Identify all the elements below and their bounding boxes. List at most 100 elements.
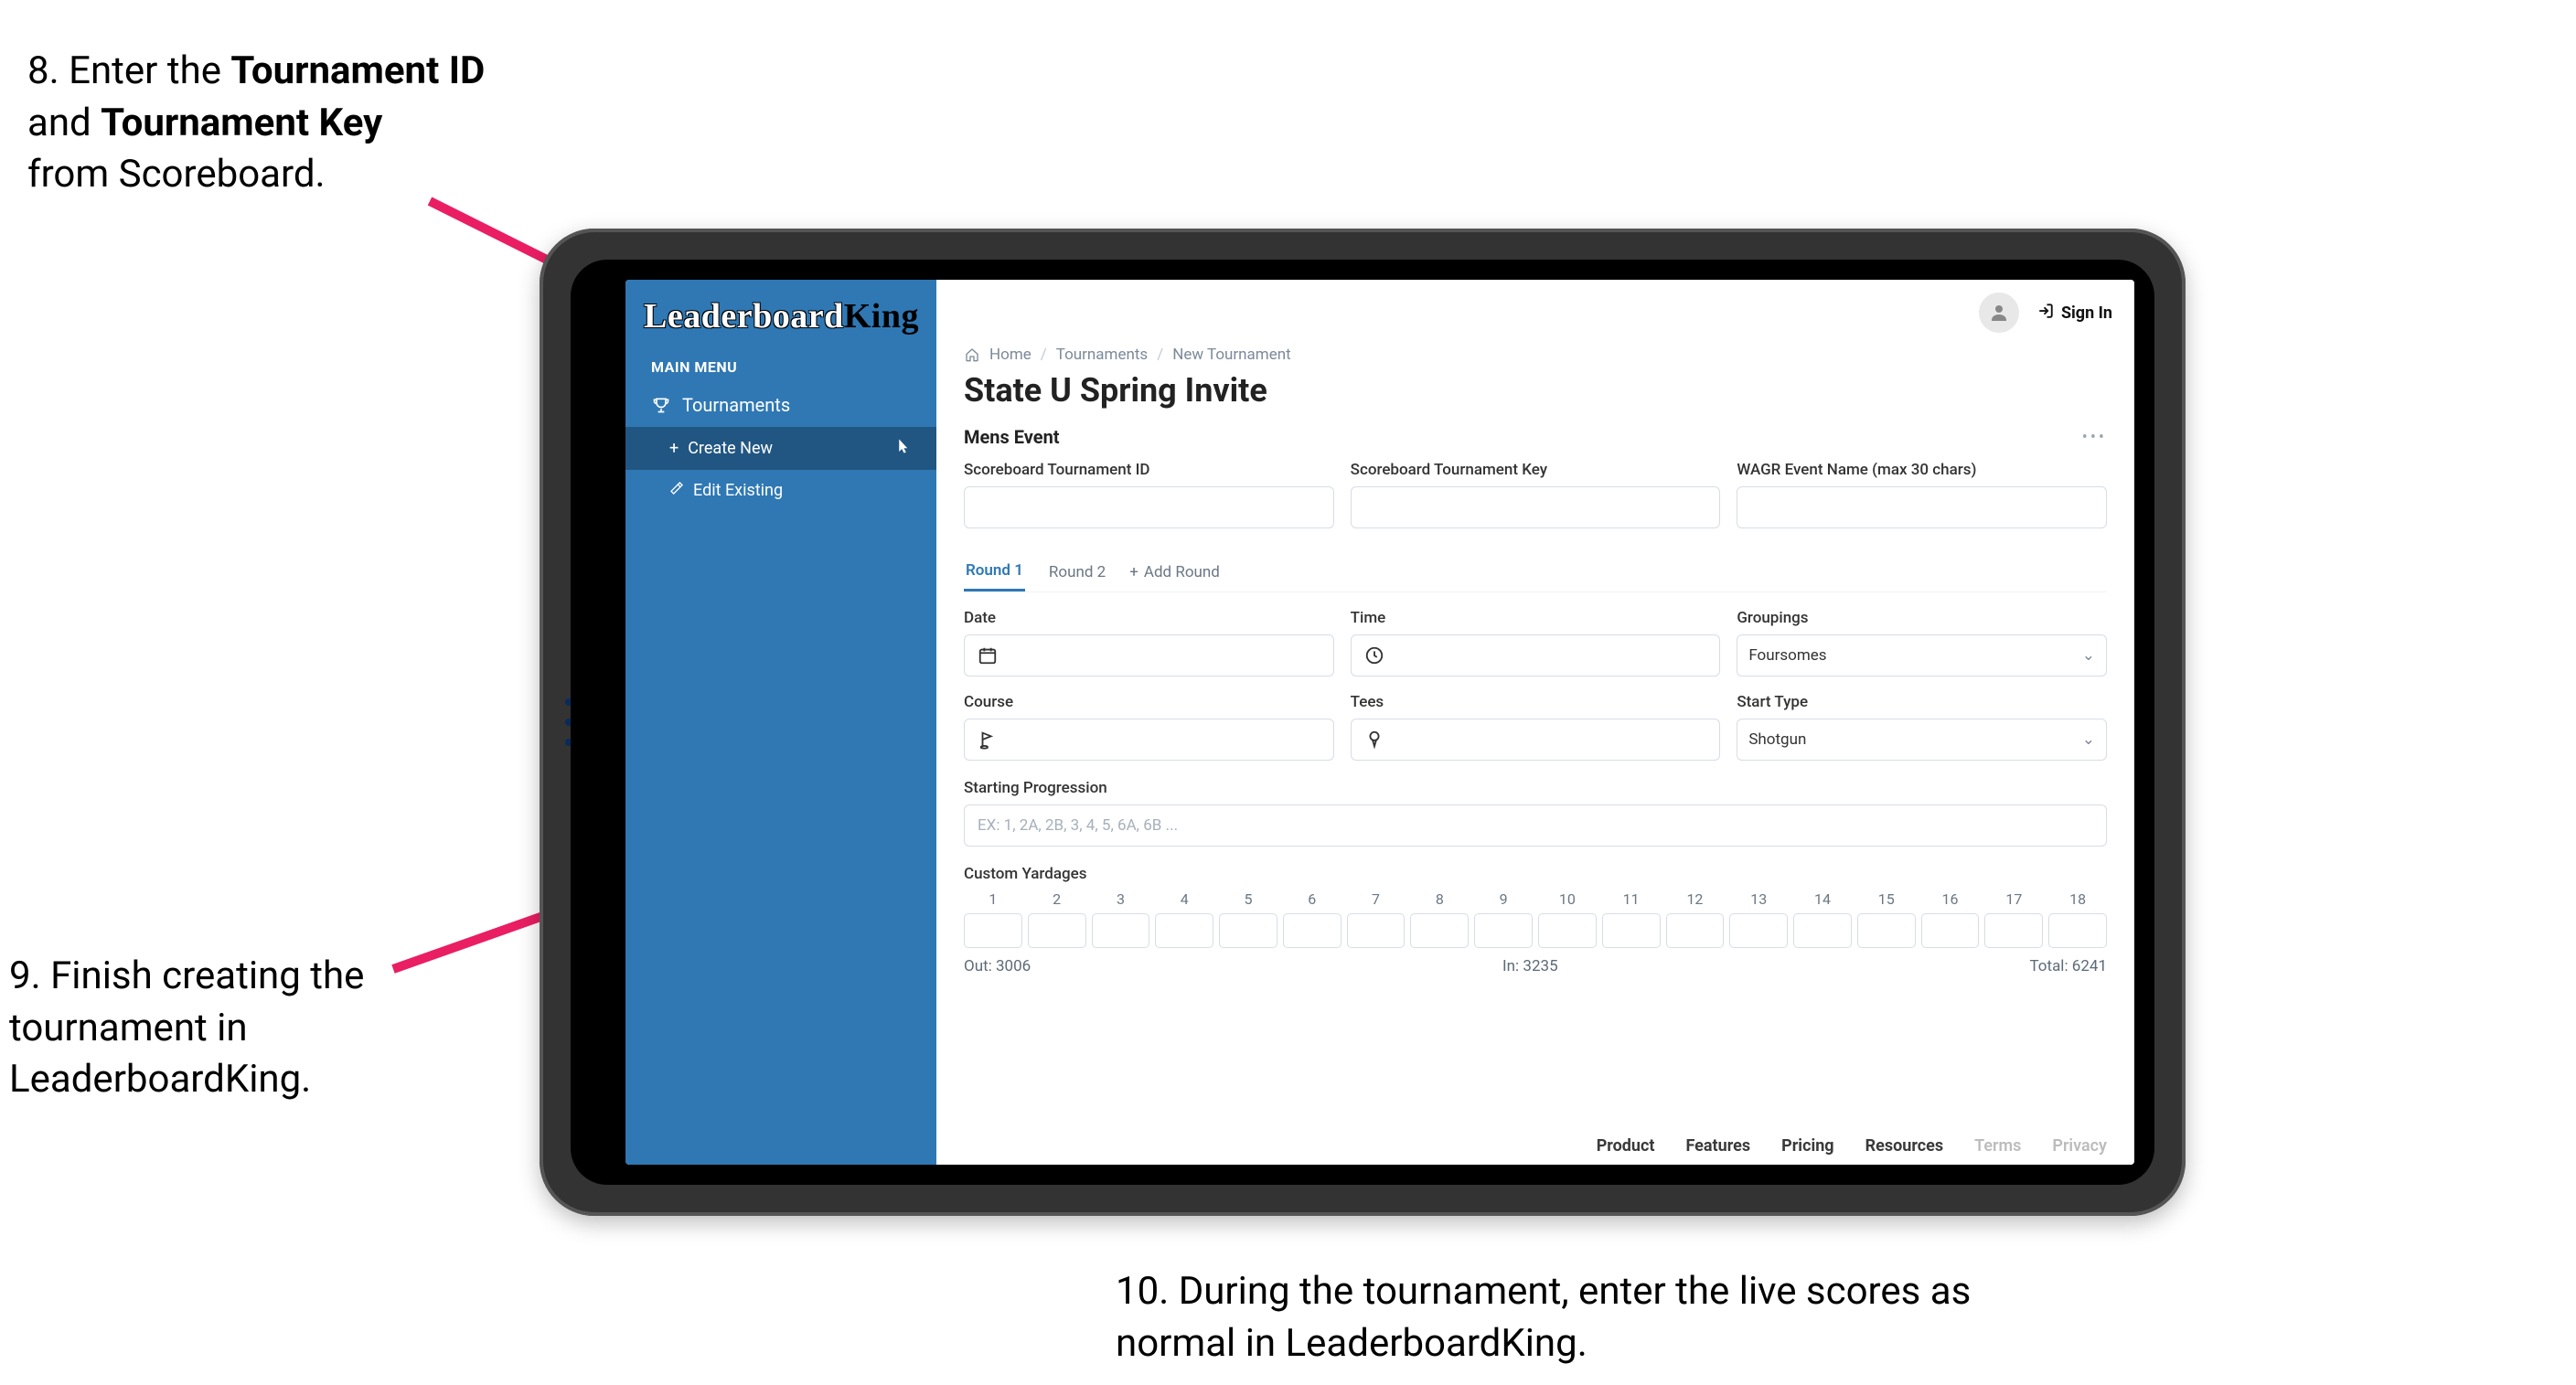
calendar-icon bbox=[976, 644, 999, 667]
sign-in-label: Sign In bbox=[2061, 304, 2112, 323]
hole-yardage-input[interactable] bbox=[1410, 913, 1469, 948]
hole-yardage-input[interactable] bbox=[1092, 913, 1150, 948]
hole-yardage-input[interactable] bbox=[964, 913, 1022, 948]
sidebar-item-label: Tournaments bbox=[682, 394, 790, 416]
label-custom-yardages: Custom Yardages bbox=[964, 865, 2107, 883]
topbar: Sign In bbox=[936, 280, 2134, 346]
plus-icon: + bbox=[669, 439, 679, 458]
chevron-down-icon: ⌄ bbox=[2082, 646, 2095, 665]
footer-pricing[interactable]: Pricing bbox=[1781, 1136, 1833, 1156]
hole-yardage-input[interactable] bbox=[1028, 913, 1086, 948]
hole-yardage-input[interactable] bbox=[1666, 913, 1725, 948]
plus-icon: + bbox=[1129, 563, 1138, 581]
tee-icon bbox=[1363, 728, 1386, 751]
hole-number: 6 bbox=[1283, 890, 1341, 908]
hole-yardage-input[interactable] bbox=[1538, 913, 1597, 948]
main-panel: Sign In Home / Tournaments / New T bbox=[936, 280, 2134, 1165]
page-title: State U Spring Invite bbox=[964, 371, 2107, 410]
login-icon bbox=[2037, 303, 2054, 324]
hole-yardage-input[interactable] bbox=[1602, 913, 1661, 948]
footer-resources[interactable]: Resources bbox=[1865, 1136, 1944, 1156]
hole-number: 1 bbox=[964, 890, 1022, 908]
hole-number: 12 bbox=[1666, 890, 1725, 908]
chevron-down-icon: ⌄ bbox=[2082, 730, 2095, 749]
breadcrumb-home[interactable]: Home bbox=[989, 346, 1031, 364]
sidebar-sub-label: Create New bbox=[688, 439, 773, 458]
in-total: In: 3235 bbox=[1502, 957, 1558, 975]
sidebar-sub-label: Edit Existing bbox=[693, 481, 783, 500]
label-scoreboard-key: Scoreboard Tournament Key bbox=[1351, 461, 1721, 479]
breadcrumb: Home / Tournaments / New Tournament bbox=[964, 346, 2107, 364]
input-wagr[interactable] bbox=[1737, 486, 2107, 528]
hole-yardage-input[interactable] bbox=[1921, 913, 1980, 948]
sidebar-menu-label: MAIN MENU bbox=[625, 346, 936, 383]
instruction-step-8: 8. Enter the Tournament ID and Tournamen… bbox=[27, 46, 540, 201]
trophy-icon bbox=[651, 395, 671, 415]
hole-yardage-input[interactable] bbox=[1474, 913, 1533, 948]
hole-yardage-input[interactable] bbox=[1729, 913, 1788, 948]
footer-features[interactable]: Features bbox=[1685, 1136, 1750, 1156]
tab-round-2[interactable]: Round 2 bbox=[1047, 554, 1107, 591]
sign-in-button[interactable]: Sign In bbox=[2037, 303, 2112, 324]
input-date[interactable] bbox=[964, 634, 1334, 677]
hole-yardage-input[interactable] bbox=[1219, 913, 1277, 948]
label-groupings: Groupings bbox=[1737, 609, 2107, 627]
label-tees: Tees bbox=[1351, 693, 1721, 711]
footer-privacy[interactable]: Privacy bbox=[2052, 1136, 2107, 1156]
input-tees[interactable] bbox=[1351, 719, 1721, 761]
breadcrumb-new-tournament[interactable]: New Tournament bbox=[1172, 346, 1290, 364]
input-time[interactable] bbox=[1351, 634, 1721, 677]
hole-yardage-input[interactable] bbox=[1793, 913, 1852, 948]
footer-terms[interactable]: Terms bbox=[1974, 1136, 2021, 1156]
avatar[interactable] bbox=[1979, 293, 2019, 333]
home-icon[interactable] bbox=[964, 346, 980, 363]
tablet-side-buttons bbox=[540, 698, 572, 746]
out-total: Out: 3006 bbox=[964, 957, 1031, 975]
logo: LeaderboardKing bbox=[625, 280, 936, 346]
label-wagr: WAGR Event Name (max 30 chars) bbox=[1737, 461, 2107, 479]
label-course: Course bbox=[964, 693, 1334, 711]
footer-links: Product Features Pricing Resources Terms… bbox=[1597, 1136, 2107, 1156]
hole-yardage-input[interactable] bbox=[1857, 913, 1916, 948]
breadcrumb-tournaments[interactable]: Tournaments bbox=[1056, 346, 1148, 364]
hole-yardage-input[interactable] bbox=[1155, 913, 1213, 948]
select-groupings[interactable]: Foursomes ⌄ bbox=[1737, 634, 2107, 677]
input-course[interactable] bbox=[964, 719, 1334, 761]
sidebar-sub-create-new[interactable]: + Create New bbox=[625, 427, 936, 470]
sidebar: LeaderboardKing MAIN MENU Tournaments + … bbox=[625, 280, 936, 1165]
hole-yardage-input[interactable] bbox=[1283, 913, 1341, 948]
select-start-type[interactable]: Shotgun ⌄ bbox=[1737, 719, 2107, 761]
section-menu-icon[interactable]: ••• bbox=[2082, 428, 2107, 447]
label-time: Time bbox=[1351, 609, 1721, 627]
hole-number: 9 bbox=[1474, 890, 1533, 908]
tablet-frame: LeaderboardKing MAIN MENU Tournaments + … bbox=[540, 229, 2186, 1216]
hole-number: 13 bbox=[1729, 890, 1788, 908]
sidebar-sub-edit-existing[interactable]: Edit Existing bbox=[625, 470, 936, 511]
hole-number: 8 bbox=[1410, 890, 1469, 908]
instruction-step-10: 10. During the tournament, enter the liv… bbox=[1116, 1266, 2076, 1369]
footer-product[interactable]: Product bbox=[1597, 1136, 1655, 1156]
tab-round-1[interactable]: Round 1 bbox=[964, 552, 1025, 591]
input-scoreboard-id[interactable] bbox=[964, 486, 1334, 528]
hole-yardage-input[interactable] bbox=[2048, 913, 2107, 948]
grand-total: Total: 6241 bbox=[2029, 957, 2107, 975]
flag-icon bbox=[976, 728, 999, 751]
sidebar-item-tournaments[interactable]: Tournaments bbox=[625, 383, 936, 427]
hole-yardage-input[interactable] bbox=[1347, 913, 1406, 948]
hole-number: 5 bbox=[1219, 890, 1277, 908]
clock-icon bbox=[1363, 644, 1386, 667]
label-scoreboard-id: Scoreboard Tournament ID bbox=[964, 461, 1334, 479]
hole-number: 11 bbox=[1602, 890, 1661, 908]
hole-number: 14 bbox=[1793, 890, 1852, 908]
add-round-button[interactable]: + Add Round bbox=[1129, 563, 1220, 581]
input-starting-progression[interactable]: EX: 1, 2A, 2B, 3, 4, 5, 6A, 6B ... bbox=[964, 804, 2107, 847]
hole-yardage-input[interactable] bbox=[1984, 913, 2043, 948]
hole-number: 16 bbox=[1921, 890, 1980, 908]
hole-number: 15 bbox=[1857, 890, 1916, 908]
edit-icon bbox=[669, 481, 684, 500]
hole-number: 2 bbox=[1028, 890, 1086, 908]
app-screen: LeaderboardKing MAIN MENU Tournaments + … bbox=[625, 280, 2134, 1165]
instruction-step-9: 9. Finish creating the tournament in Lea… bbox=[9, 951, 402, 1106]
hole-number: 4 bbox=[1155, 890, 1213, 908]
input-scoreboard-key[interactable] bbox=[1351, 486, 1721, 528]
